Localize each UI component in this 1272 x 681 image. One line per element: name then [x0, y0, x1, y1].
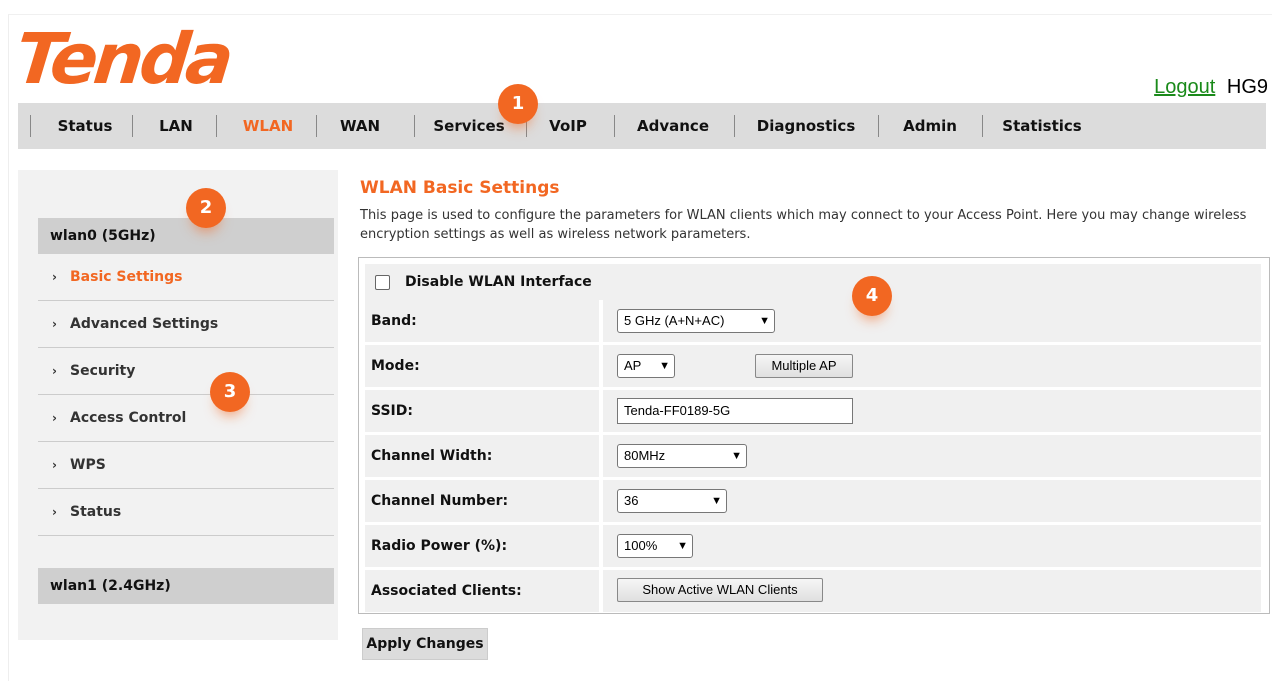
- nav-wan[interactable]: WAN: [320, 103, 400, 149]
- sidebar-item-label: WPS: [70, 457, 106, 473]
- sidebar-item-label: Access Control: [70, 410, 187, 426]
- radio-power-cell: 100% ▼: [603, 525, 1261, 567]
- tenda-logo: Tenda: [11, 18, 234, 100]
- apply-changes-button[interactable]: Apply Changes: [362, 628, 488, 660]
- nav-separator: [30, 115, 31, 137]
- band-cell: 5 GHz (A+N+AC) ▼: [603, 300, 1261, 342]
- associated-clients-cell: Show Active WLAN Clients: [603, 570, 1261, 612]
- nav-wlan[interactable]: WLAN: [220, 103, 316, 149]
- chevron-right-icon: ›: [52, 411, 57, 425]
- disable-wlan-row: Disable WLAN Interface: [365, 264, 1261, 300]
- channel-width-label: Channel Width:: [371, 448, 493, 464]
- mode-select[interactable]: AP ▼: [617, 354, 675, 378]
- nav-separator: [216, 115, 217, 137]
- mode-label: Mode:: [371, 358, 420, 374]
- logout-link[interactable]: Logout: [1154, 76, 1215, 98]
- show-clients-button[interactable]: Show Active WLAN Clients: [617, 578, 823, 602]
- nav-separator: [316, 115, 317, 137]
- nav-separator: [878, 115, 879, 137]
- callout-badge: 2: [186, 188, 226, 228]
- callout-badge: 1: [498, 84, 538, 124]
- associated-clients-row: Associated Clients: Show Active WLAN Cli…: [365, 570, 1261, 612]
- channel-number-label: Channel Number:: [371, 493, 509, 509]
- chevron-down-icon: ▼: [731, 450, 742, 462]
- ssid-row: SSID: Tenda-FF0189-5G: [365, 390, 1261, 432]
- chevron-down-icon: ▼: [677, 540, 688, 552]
- sidebar-item-label: Basic Settings: [70, 269, 183, 285]
- chevron-down-icon: ▼: [711, 495, 722, 507]
- nav-separator: [132, 115, 133, 137]
- nav-voip[interactable]: VoIP: [530, 103, 606, 149]
- wlan-settings-form: Disable WLAN Interface Band: 5 GHz (A+N+…: [358, 257, 1270, 614]
- band-label: Band:: [371, 313, 417, 329]
- radio-power-label: Radio Power (%):: [371, 538, 508, 554]
- disable-wlan-checkbox[interactable]: [375, 275, 390, 290]
- nav-diagnostics[interactable]: Diagnostics: [738, 103, 874, 149]
- chevron-right-icon: ›: [52, 505, 57, 519]
- channel-number-cell: 36 ▼: [603, 480, 1261, 522]
- channel-width-select[interactable]: 80MHz ▼: [617, 444, 747, 468]
- sidebar-item-basic-settings[interactable]: › Basic Settings: [38, 254, 334, 301]
- chevron-right-icon: ›: [52, 270, 57, 284]
- page-description: This page is used to configure the param…: [360, 208, 1247, 242]
- sidebar-item-advanced-settings[interactable]: › Advanced Settings: [38, 301, 334, 348]
- channel-width-value: 80MHz: [624, 448, 666, 463]
- sidebar-item-wps[interactable]: › WPS: [38, 442, 334, 489]
- band-row: Band: 5 GHz (A+N+AC) ▼: [365, 300, 1261, 342]
- channel-number-value: 36: [624, 493, 639, 508]
- radio-power-select[interactable]: 100% ▼: [617, 534, 693, 558]
- ssid-cell: Tenda-FF0189-5G: [603, 390, 1261, 432]
- top-navbar: Status LAN WLAN WAN Services VoIP Advanc…: [18, 103, 1266, 149]
- multiple-ap-button[interactable]: Multiple AP: [755, 354, 853, 378]
- sidebar-item-label: Advanced Settings: [70, 316, 219, 332]
- nav-statistics[interactable]: Statistics: [986, 103, 1098, 149]
- mode-cell: AP ▼ Multiple AP: [603, 345, 1261, 387]
- radio-power-value: 100%: [624, 538, 658, 553]
- callout-badge: 3: [210, 372, 250, 412]
- nav-status[interactable]: Status: [38, 103, 132, 149]
- chevron-down-icon: ▼: [759, 315, 770, 327]
- nav-separator: [982, 115, 983, 137]
- radio-power-row: Radio Power (%): 100% ▼: [365, 525, 1261, 567]
- chevron-down-icon: ▼: [659, 360, 670, 372]
- channel-number-row: Channel Number: 36 ▼: [365, 480, 1261, 522]
- nav-advance[interactable]: Advance: [618, 103, 728, 149]
- mode-select-value: AP: [624, 358, 642, 373]
- sidebar-item-access-control[interactable]: › Access Control: [38, 395, 334, 442]
- ssid-input[interactable]: Tenda-FF0189-5G: [617, 398, 853, 424]
- nav-lan[interactable]: LAN: [136, 103, 216, 149]
- sidebar-group-wlan0[interactable]: wlan0 (5GHz): [38, 218, 334, 254]
- band-select-value: 5 GHz (A+N+AC): [624, 313, 725, 328]
- ssid-label: SSID:: [371, 403, 413, 419]
- chevron-right-icon: ›: [52, 317, 57, 331]
- callout-badge: 4: [852, 276, 892, 316]
- sidebar: wlan0 (5GHz) › Basic Settings › Advanced…: [18, 170, 338, 640]
- nav-separator: [734, 115, 735, 137]
- channel-number-select[interactable]: 36 ▼: [617, 489, 727, 513]
- page-title: WLAN Basic Settings: [360, 178, 560, 198]
- nav-separator: [614, 115, 615, 137]
- sidebar-item-status[interactable]: › Status: [38, 489, 334, 536]
- sidebar-group-wlan1[interactable]: wlan1 (2.4GHz): [38, 568, 334, 604]
- chevron-right-icon: ›: [52, 458, 57, 472]
- model-name: HG9: [1226, 76, 1268, 98]
- nav-separator: [414, 115, 415, 137]
- top-right-links: Logout HG9: [1154, 76, 1268, 99]
- band-select[interactable]: 5 GHz (A+N+AC) ▼: [617, 309, 775, 333]
- channel-width-cell: 80MHz ▼: [603, 435, 1261, 477]
- nav-admin[interactable]: Admin: [882, 103, 978, 149]
- disable-wlan-label: Disable WLAN Interface: [405, 274, 592, 290]
- chevron-right-icon: ›: [52, 364, 57, 378]
- sidebar-item-security[interactable]: › Security: [38, 348, 334, 395]
- mode-row: Mode: AP ▼ Multiple AP: [365, 345, 1261, 387]
- channel-width-row: Channel Width: 80MHz ▼: [365, 435, 1261, 477]
- sidebar-item-label: Status: [70, 504, 122, 520]
- associated-clients-label: Associated Clients:: [371, 583, 522, 599]
- sidebar-item-label: Security: [70, 363, 136, 379]
